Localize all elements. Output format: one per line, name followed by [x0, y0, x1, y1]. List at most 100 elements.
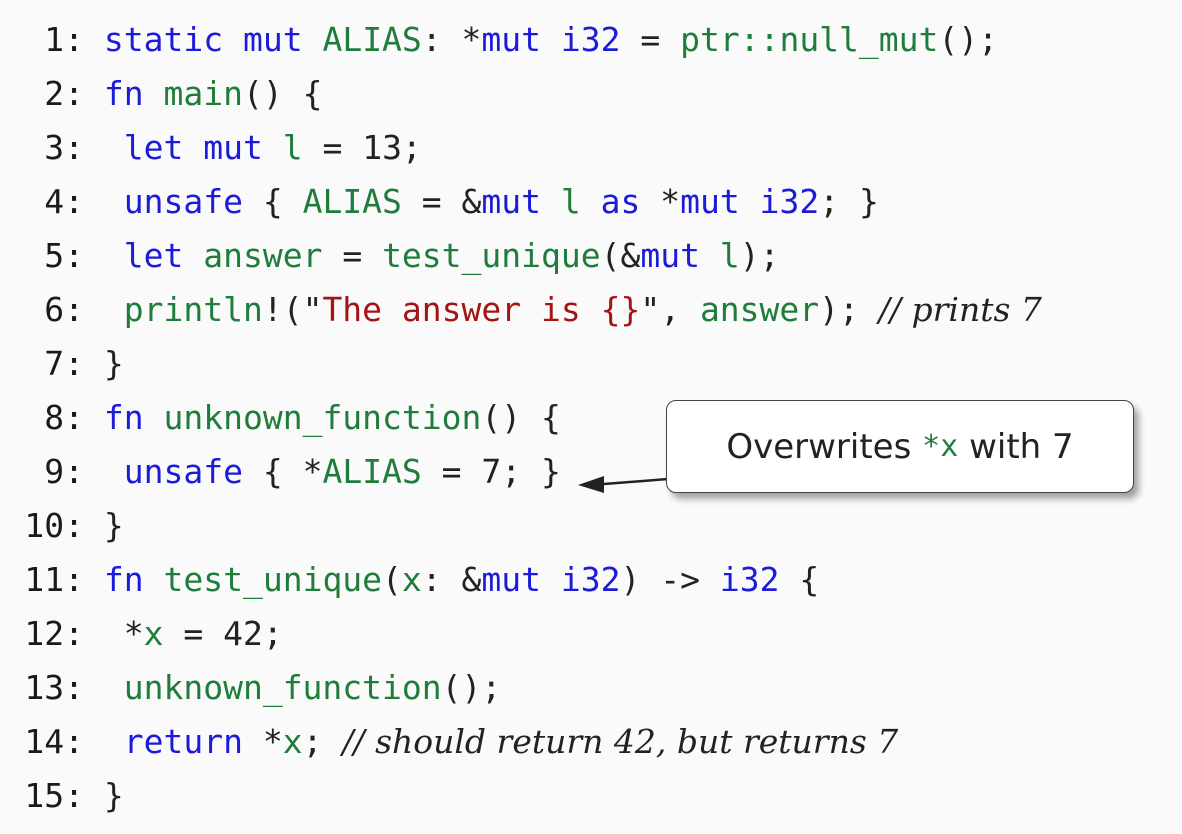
code-line-6: 6: println!("The answer is {}", answer);…: [0, 283, 1042, 337]
code-token: i32: [719, 560, 780, 599]
code-token: );: [819, 290, 879, 329]
code-token: *: [242, 722, 283, 761]
code-token: ();: [441, 668, 502, 707]
code-token: fn: [103, 74, 144, 113]
code-token: = 7; }: [421, 452, 561, 491]
code-token: {: [779, 560, 820, 599]
code-token: {: [242, 182, 303, 221]
code-token: unsafe: [123, 452, 243, 491]
code-line-4: 4: unsafe { ALIAS = &mut l as *mut i32; …: [0, 175, 1042, 229]
code-token: mut: [680, 182, 740, 221]
code-token: }: [84, 506, 124, 545]
code-token: =: [322, 236, 383, 275]
code-token: (: [382, 560, 402, 599]
code-token: () {: [242, 74, 323, 113]
code-token: The answer is {}: [322, 290, 641, 329]
line-number: 1:: [44, 20, 84, 59]
code-token: ALIAS: [322, 20, 422, 59]
line-number: 12:: [24, 614, 84, 653]
code-line-7: 7: }: [0, 337, 1042, 391]
code-token: l: [719, 236, 740, 275]
code-token: test_unique: [163, 560, 383, 599]
code-token: answer: [203, 236, 323, 275]
code-token: x: [401, 560, 422, 599]
code-line-10: 10: }: [0, 499, 1042, 553]
code-token: !(": [262, 290, 323, 329]
code-token: = 13;: [302, 128, 422, 167]
code-line-1: 1: static mut ALIAS: *mut i32 = ptr::nul…: [0, 13, 1042, 67]
code-token: *: [640, 182, 681, 221]
code-token: l: [560, 182, 581, 221]
code-token: ptr::null_mut: [680, 20, 939, 59]
line-number: 9:: [44, 452, 84, 491]
code-token: ;: [302, 722, 343, 761]
line-number: 10:: [24, 506, 84, 545]
line-number: 3:: [44, 128, 84, 167]
code-token: main: [163, 74, 243, 113]
callout-box: Overwrites *x with 7: [666, 400, 1134, 493]
line-number: 13:: [24, 668, 84, 707]
code-token: ALIAS: [322, 452, 422, 491]
code-token: fn: [103, 398, 144, 437]
line-number: 11:: [24, 560, 84, 599]
code-token: return: [123, 722, 243, 761]
code-token: ALIAS: [302, 182, 402, 221]
code-token: unknown_function: [163, 398, 482, 437]
code-token: = 42;: [163, 614, 283, 653]
code-token: }: [84, 776, 124, 815]
line-number: 7:: [44, 344, 84, 383]
code-token: let: [123, 128, 184, 167]
line-number: 2:: [44, 74, 84, 113]
code-line-11: 11: fn test_unique(x: &mut i32) -> i32 {: [0, 553, 1042, 607]
line-number: 4:: [44, 182, 84, 221]
code-token: : *: [421, 20, 482, 59]
code-token: // prints 7: [878, 290, 1042, 329]
code-token: let: [123, 236, 184, 275]
line-number: 15:: [24, 776, 84, 815]
code-line-14: 14: return *x; // should return 42, but …: [0, 715, 1042, 769]
code-token: { *: [242, 452, 323, 491]
code-token: fn: [103, 560, 144, 599]
code-token: ();: [938, 20, 998, 59]
code-token: answer: [699, 290, 820, 329]
code-token: mut: [481, 182, 542, 221]
code-token: mut: [481, 20, 542, 59]
code-token: unsafe: [123, 182, 243, 221]
code-token: mut: [640, 236, 700, 275]
code-token: ) ->: [620, 560, 720, 599]
callout-code: *x: [922, 429, 959, 464]
code-token: ; }: [819, 182, 879, 221]
code-token: = &: [401, 182, 482, 221]
code-token: x: [143, 614, 164, 653]
code-token: // should return 42, but returns 7: [342, 722, 899, 761]
code-token: test_unique: [382, 236, 601, 275]
code-line-15: 15: }: [0, 769, 1042, 823]
code-token: as: [600, 182, 641, 221]
code-token: println: [123, 290, 263, 329]
code-line-13: 13: unknown_function();: [0, 661, 1042, 715]
code-line-2: 2: fn main() {: [0, 67, 1042, 121]
line-number: 8:: [44, 398, 84, 437]
code-token: mut: [203, 128, 263, 167]
code-token: mut: [481, 560, 542, 599]
code-token: i32: [560, 20, 621, 59]
